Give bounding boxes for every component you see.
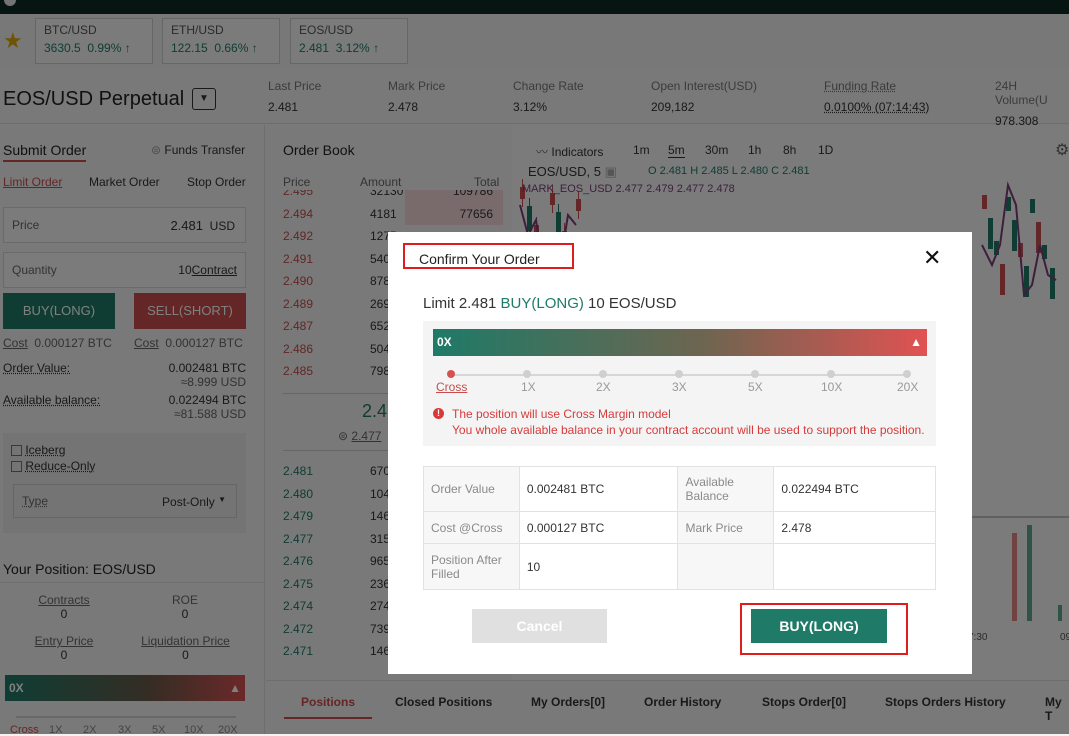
detail-key: Mark Price xyxy=(677,511,775,544)
detail-value xyxy=(773,543,936,590)
confirm-order-dialog: Confirm Your Order ✕ Limit 2.481 BUY(LON… xyxy=(388,232,972,674)
leverage-dot[interactable] xyxy=(675,370,683,378)
leverage-dot[interactable] xyxy=(751,370,759,378)
dialog-title: Confirm Your Order xyxy=(419,251,540,267)
leverage-bar[interactable]: 0X ▲ xyxy=(433,329,927,356)
leverage-dot[interactable] xyxy=(903,370,911,378)
detail-value: 2.478 xyxy=(773,511,936,544)
detail-value: 0.022494 BTC xyxy=(773,466,936,512)
detail-key: Cost @Cross xyxy=(423,511,520,544)
warning-line-1: The position will use Cross Margin model xyxy=(452,407,671,421)
detail-value: 0.000127 BTC xyxy=(518,511,679,544)
detail-key: Order Value xyxy=(423,466,520,512)
order-summary: Limit 2.481 BUY(LONG) 10 EOS/USD xyxy=(423,295,677,312)
warning-line-2: You whole available balance in your cont… xyxy=(452,423,925,437)
leverage-dot[interactable] xyxy=(523,370,531,378)
detail-key: Available Balance xyxy=(677,466,775,512)
leverage-dot[interactable] xyxy=(599,370,607,378)
leverage-dot[interactable] xyxy=(827,370,835,378)
close-icon[interactable]: ✕ xyxy=(923,247,941,269)
order-details-table: Order Value 0.002481 BTC Available Balan… xyxy=(423,466,936,590)
leverage-dot-active[interactable] xyxy=(447,370,455,378)
warning-icon: ▲ xyxy=(910,335,922,349)
detail-key: Position After Filled xyxy=(423,543,520,590)
leverage-steps: Cross 1X 2X 3X 5X 10X 20X xyxy=(436,380,919,394)
cancel-button[interactable]: Cancel xyxy=(472,609,607,643)
leverage-dots xyxy=(447,370,917,380)
detail-value: 10 xyxy=(518,543,679,590)
alert-icon: ! xyxy=(433,408,444,419)
detail-value: 0.002481 BTC xyxy=(518,466,679,512)
detail-key xyxy=(677,543,775,590)
confirm-buy-button[interactable]: BUY(LONG) xyxy=(751,609,887,643)
